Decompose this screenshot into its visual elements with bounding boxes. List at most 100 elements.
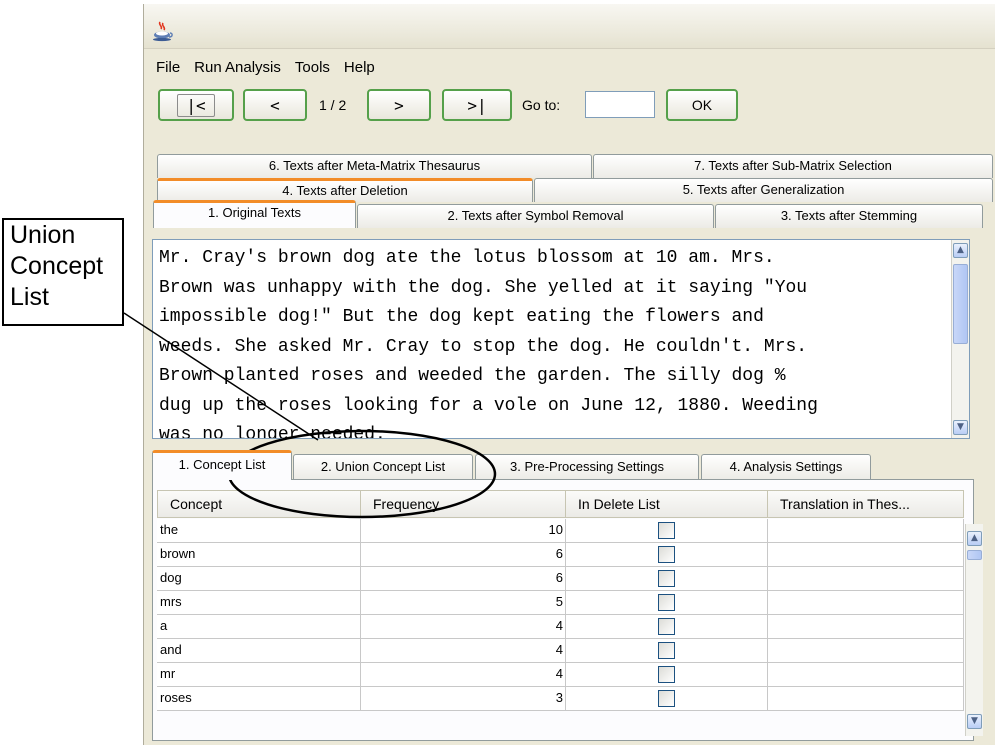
callout-box: Union Concept List <box>2 218 124 326</box>
cell-concept: dog <box>157 567 361 591</box>
concept-list-panel: Concept Frequency In Delete List Transla… <box>152 479 983 741</box>
delete-list-checkbox[interactable] <box>658 570 675 587</box>
cell-in-delete-list <box>566 687 768 711</box>
table-header: Concept Frequency In Delete List Transla… <box>157 490 964 518</box>
concept-table-body: the 10 brown 6 dog 6 mrs 5 a 4 and 4 mr 4 roses 3 <box>157 519 964 711</box>
cell-concept: the <box>157 519 361 543</box>
cell-frequency: 6 <box>361 543 566 567</box>
table-row[interactable]: roses 3 <box>157 687 964 711</box>
cell-concept: a <box>157 615 361 639</box>
tab-meta-matrix-thesaurus[interactable]: 6. Texts after Meta-Matrix Thesaurus <box>157 154 592 178</box>
tab-pre-processing-settings[interactable]: 3. Pre-Processing Settings <box>475 454 699 480</box>
column-header-in-delete-list[interactable]: In Delete List <box>566 490 768 518</box>
table-row[interactable]: a4 <box>157 615 964 639</box>
tab-original-texts[interactable]: 1. Original Texts <box>153 200 356 228</box>
delete-list-checkbox[interactable] <box>658 594 675 611</box>
scroll-up-icon[interactable]: ▲ <box>953 243 968 258</box>
next-page-label: > <box>394 95 404 115</box>
menu-tools[interactable]: Tools <box>295 59 330 76</box>
goto-input[interactable] <box>585 91 655 118</box>
delete-list-checkbox[interactable] <box>658 546 675 563</box>
column-header-concept[interactable]: Concept <box>157 490 361 518</box>
cell-translation[interactable] <box>768 663 964 687</box>
tab-concept-list[interactable]: 1. Concept List <box>152 450 292 480</box>
tab-texts-after-symbol-removal[interactable]: 2. Texts after Symbol Removal <box>357 204 714 228</box>
java-coffee-cup-icon <box>153 21 173 42</box>
delete-list-checkbox[interactable] <box>658 666 675 683</box>
callout-label: Union Concept List <box>10 221 104 311</box>
table-row[interactable]: mrs 5 <box>157 591 964 615</box>
previous-page-label: < <box>270 95 280 115</box>
cell-concept: and <box>157 639 361 663</box>
cell-translation[interactable] <box>768 591 964 615</box>
tab-union-concept-list[interactable]: 2. Union Concept List <box>293 454 473 480</box>
menu-help[interactable]: Help <box>344 59 375 76</box>
tab-sub-matrix-selection[interactable]: 7. Texts after Sub-Matrix Selection <box>593 154 993 178</box>
table-row[interactable]: mr 4 <box>157 663 964 687</box>
page-indicator: 1 / 2 <box>319 97 347 113</box>
previous-page-button[interactable]: < <box>243 89 307 121</box>
delete-list-checkbox[interactable] <box>658 642 675 659</box>
table-row[interactable]: brown 6 <box>157 543 964 567</box>
tab-analysis-settings[interactable]: 4. Analysis Settings <box>701 454 871 480</box>
scroll-thumb[interactable] <box>953 264 968 344</box>
text-scrollbar[interactable]: ▲ ▼ <box>951 240 969 438</box>
cell-concept: brown <box>157 543 361 567</box>
ok-button[interactable]: OK <box>666 89 738 121</box>
next-page-button[interactable]: > <box>367 89 431 121</box>
column-header-translation[interactable]: Translation in Thes... <box>768 490 964 518</box>
navigation-toolbar: |< < 1 / 2 > >| Go to: OK <box>144 85 995 125</box>
cell-in-delete-list <box>566 615 768 639</box>
cell-translation[interactable] <box>768 519 964 543</box>
menu-bar: File Run Analysis Tools Help <box>144 49 995 85</box>
scroll-down-icon[interactable]: ▼ <box>953 420 968 435</box>
app-window: File Run Analysis Tools Help |< < 1 / 2 … <box>143 4 995 745</box>
first-page-label: |< <box>177 93 215 117</box>
original-text-content: Mr. Cray's brown dog ate the lotus bloss… <box>159 248 818 439</box>
cell-in-delete-list <box>566 639 768 663</box>
cell-in-delete-list <box>566 519 768 543</box>
table-scrollbar[interactable]: ▲ ▼ <box>965 524 983 736</box>
goto-label: Go to: <box>522 97 561 113</box>
title-bar <box>144 4 995 49</box>
cell-frequency: 4 <box>361 615 566 639</box>
table-row[interactable]: the 10 <box>157 519 964 543</box>
delete-list-checkbox[interactable] <box>658 618 675 635</box>
menu-file[interactable]: File <box>156 59 180 76</box>
table-scroll-up-icon[interactable]: ▲ <box>967 531 982 546</box>
original-text-area[interactable]: Mr. Cray's brown dog ate the lotus bloss… <box>152 239 970 439</box>
ok-label: OK <box>691 97 713 113</box>
table-row[interactable]: and 4 <box>157 639 964 663</box>
cell-frequency: 3 <box>361 687 566 711</box>
cell-translation[interactable] <box>768 543 964 567</box>
tab-texts-after-generalization[interactable]: 5. Texts after Generalization <box>534 178 993 202</box>
cell-in-delete-list <box>566 591 768 615</box>
delete-list-checkbox[interactable] <box>658 522 675 539</box>
cell-frequency: 10 <box>361 519 566 543</box>
delete-list-checkbox[interactable] <box>658 690 675 707</box>
tab-texts-after-deletion[interactable]: 4. Texts after Deletion <box>157 178 533 202</box>
cell-frequency: 6 <box>361 567 566 591</box>
cell-translation[interactable] <box>768 567 964 591</box>
cell-frequency: 4 <box>361 663 566 687</box>
cell-translation[interactable] <box>768 639 964 663</box>
cell-concept: mr <box>157 663 361 687</box>
tab-texts-after-stemming[interactable]: 3. Texts after Stemming <box>715 204 983 228</box>
last-page-button[interactable]: >| <box>442 89 512 121</box>
cell-in-delete-list <box>566 567 768 591</box>
cell-translation[interactable] <box>768 615 964 639</box>
cell-in-delete-list <box>566 543 768 567</box>
column-header-frequency[interactable]: Frequency <box>361 490 566 518</box>
last-page-label: >| <box>467 95 487 115</box>
cell-translation[interactable] <box>768 687 964 711</box>
cell-frequency: 4 <box>361 639 566 663</box>
menu-run-analysis[interactable]: Run Analysis <box>194 59 281 76</box>
cell-frequency: 5 <box>361 591 566 615</box>
cell-concept: roses <box>157 687 361 711</box>
cell-concept: mrs <box>157 591 361 615</box>
table-scroll-thumb[interactable] <box>967 550 982 560</box>
first-page-button[interactable]: |< <box>158 89 234 121</box>
table-row[interactable]: dog 6 <box>157 567 964 591</box>
cell-in-delete-list <box>566 663 768 687</box>
table-scroll-down-icon[interactable]: ▼ <box>967 714 982 729</box>
